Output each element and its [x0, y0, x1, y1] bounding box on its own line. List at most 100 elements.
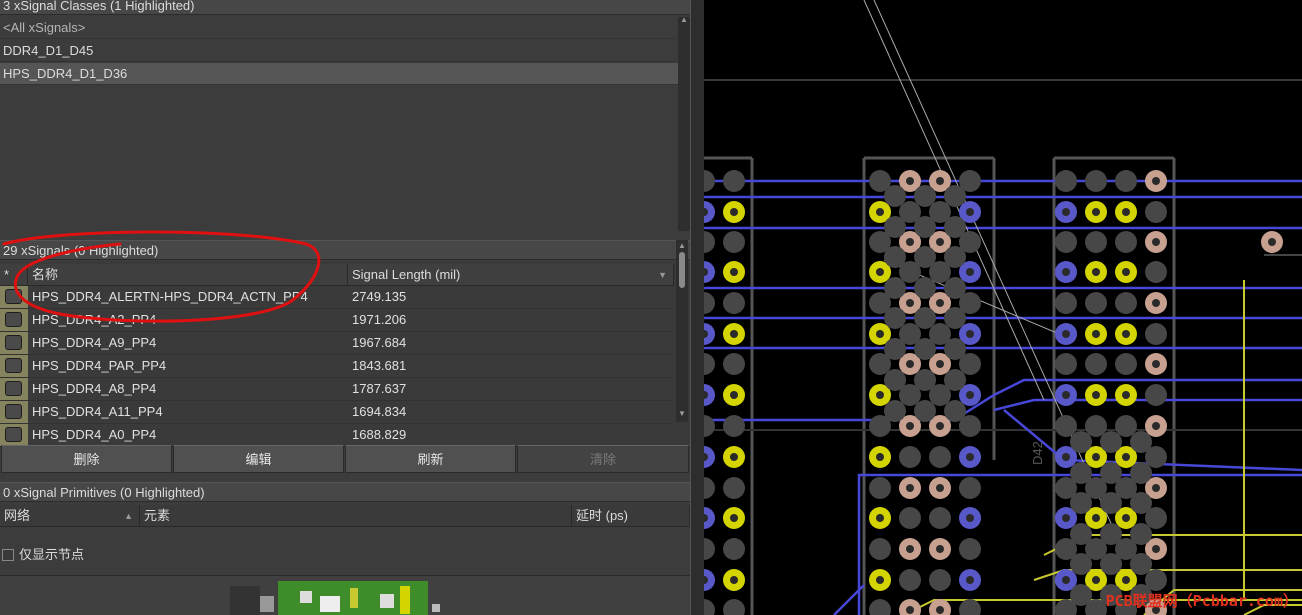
pad-hole	[876, 330, 884, 338]
pad-hole	[730, 268, 738, 276]
pad	[869, 538, 891, 560]
col-header-delay[interactable]: 延时 (ps)	[572, 505, 690, 527]
pad	[723, 292, 745, 314]
pad-hole	[1092, 391, 1100, 399]
signal-name: HPS_DDR4_A8_PP4	[32, 381, 157, 396]
pad-hole	[906, 422, 914, 430]
pad	[1070, 431, 1092, 453]
clear-button[interactable]: 清除	[517, 445, 689, 473]
pad	[884, 277, 906, 299]
pad-hole	[936, 545, 944, 553]
pad	[884, 246, 906, 268]
board-thumbnail[interactable]	[0, 575, 690, 615]
pad	[944, 277, 966, 299]
highlight-toggle[interactable]	[5, 289, 22, 304]
pad-hole	[730, 576, 738, 584]
pad	[914, 369, 936, 391]
pad	[704, 292, 715, 314]
table-row[interactable]: HPS_DDR4_A8_PP4 1787.637	[0, 378, 672, 401]
highlight-toggle[interactable]	[5, 427, 22, 442]
col-header-length[interactable]: Signal Length (mil) ▼	[348, 264, 674, 286]
class-item-all[interactable]: <All xSignals>	[0, 17, 676, 39]
pad	[1115, 415, 1137, 437]
pad	[723, 170, 745, 192]
pad	[1130, 462, 1152, 484]
edit-button[interactable]: 编辑	[173, 445, 344, 473]
pad-hole	[966, 208, 974, 216]
pad-hole	[906, 177, 914, 185]
pad	[1115, 170, 1137, 192]
pad-hole	[1062, 453, 1070, 461]
pad	[884, 307, 906, 329]
pad-hole	[730, 453, 738, 461]
pad-hole	[906, 484, 914, 492]
pad	[1070, 553, 1092, 575]
signals-scrollbar[interactable]: ▲ ▼	[676, 240, 688, 422]
pad-hole	[1092, 330, 1100, 338]
class-item-hps-ddr4-d1-d36[interactable]: HPS_DDR4_D1_D36	[0, 63, 688, 85]
scroll-down-icon[interactable]: ▼	[676, 408, 688, 420]
pad	[929, 446, 951, 468]
pad	[1055, 292, 1077, 314]
pad	[723, 477, 745, 499]
pad-hole	[1122, 391, 1130, 399]
col-header-name[interactable]: 名称	[28, 264, 348, 286]
pad	[1085, 170, 1107, 192]
pad-hole	[876, 576, 884, 584]
pad-hole	[1062, 391, 1070, 399]
pad	[1085, 292, 1107, 314]
pad-hole	[730, 514, 738, 522]
pad	[1070, 462, 1092, 484]
pad	[914, 277, 936, 299]
pad	[944, 369, 966, 391]
refresh-button[interactable]: 刷新	[345, 445, 516, 473]
pad-hole	[1062, 208, 1070, 216]
col-header-element[interactable]: 元素	[140, 505, 572, 527]
col-header-star[interactable]: *	[0, 264, 28, 286]
table-row[interactable]: HPS_DDR4_PAR_PP4 1843.681	[0, 355, 672, 378]
class-item-ddr4-d1-d45[interactable]: DDR4_D1_D45	[0, 40, 676, 62]
pad-hole	[1122, 330, 1130, 338]
pad-hole	[1092, 576, 1100, 584]
pad-hole	[1152, 484, 1160, 492]
show-nodes-only-label: 仅显示节点	[19, 547, 85, 562]
pad	[704, 599, 715, 615]
pad	[704, 538, 715, 560]
highlight-toggle[interactable]	[5, 404, 22, 419]
pad-hole	[1092, 514, 1100, 522]
pad-hole	[1062, 576, 1070, 584]
pcb-layout-view[interactable]: D42 PCB联盟网（Pcbbar.com）	[704, 0, 1302, 615]
highlight-toggle[interactable]	[5, 381, 22, 396]
highlight-toggle[interactable]	[5, 312, 22, 327]
pad-hole	[906, 606, 914, 614]
pad	[1055, 231, 1077, 253]
pad	[1145, 323, 1167, 345]
highlight-toggle[interactable]	[5, 335, 22, 350]
pad	[914, 400, 936, 422]
highlight-toggle[interactable]	[5, 358, 22, 373]
table-row[interactable]: HPS_DDR4_A0_PP4 1688.829	[0, 424, 672, 447]
pad	[944, 185, 966, 207]
pad	[914, 246, 936, 268]
show-nodes-only-checkbox[interactable]	[2, 549, 14, 561]
scroll-up-icon[interactable]: ▲	[678, 14, 690, 26]
col-header-net[interactable]: 网络 ▲	[0, 505, 140, 527]
pad	[1100, 431, 1122, 453]
table-row[interactable]: HPS_DDR4_A9_PP4 1967.684	[0, 332, 672, 355]
pad	[1145, 201, 1167, 223]
scroll-thumb[interactable]	[679, 252, 685, 288]
classes-scrollbar[interactable]: ▲	[678, 14, 690, 231]
pad	[929, 569, 951, 591]
pad	[1100, 462, 1122, 484]
pad	[944, 216, 966, 238]
table-row[interactable]: HPS_DDR4_A2_PP4 1971.206	[0, 309, 672, 332]
pad	[914, 338, 936, 360]
table-row[interactable]: HPS_DDR4_ALERTN-HPS_DDR4_ACTN_PP4 2749.1…	[0, 286, 672, 309]
pad-hole	[1092, 208, 1100, 216]
panel-splitter[interactable]	[690, 0, 705, 615]
delete-button[interactable]: 删除	[1, 445, 172, 473]
signal-name: HPS_DDR4_A11_PP4	[32, 404, 163, 419]
xsignals-panel: 3 xSignal Classes (1 Highlighted) <All x…	[0, 0, 690, 615]
scroll-up-icon[interactable]: ▲	[676, 240, 688, 252]
table-row[interactable]: HPS_DDR4_A11_PP4 1694.834	[0, 401, 672, 424]
